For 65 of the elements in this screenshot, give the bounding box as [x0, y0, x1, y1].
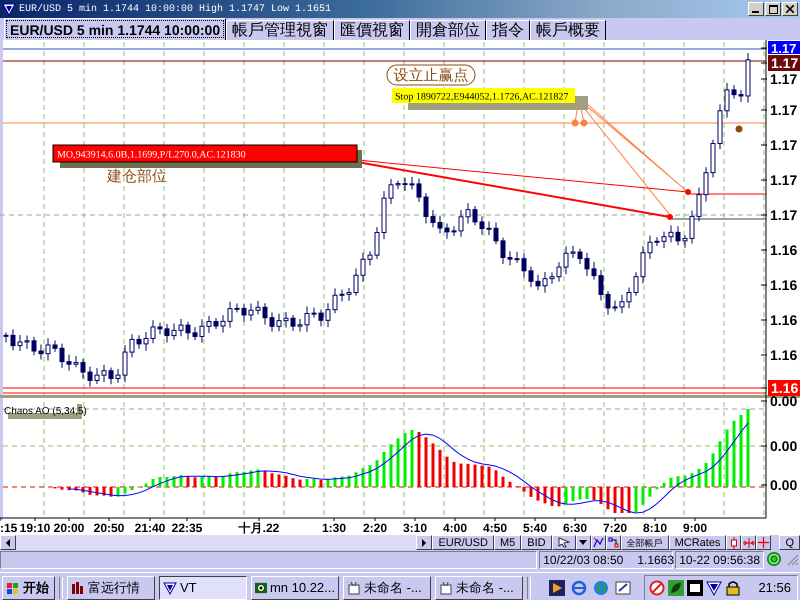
tab[interactable]: EUR/USD 5 min 1.1744 10:00:00: [4, 18, 226, 40]
tab[interactable]: 開倉部位: [410, 20, 486, 40]
start-button[interactable]: 开始: [2, 576, 55, 600]
time-axis-label: 2:20: [362, 521, 388, 535]
price-axis-label: 1.17: [770, 207, 798, 223]
indicator-axis-label: 0.00: [770, 438, 798, 454]
order-price-tag: 1.17: [768, 55, 800, 71]
status-date-time: 10/22/03 08:50: [543, 553, 624, 567]
time-axis-label: :15: [0, 521, 18, 535]
time-axis-label: 4:50: [482, 521, 508, 535]
price-axis-label: 1.17: [770, 172, 798, 188]
status-price: 1.1663: [637, 553, 674, 567]
status-clock: 10-22 09:56:38: [675, 551, 764, 569]
callout-label: 设立止赢点: [386, 64, 476, 86]
price-axis-label: 1.16: [770, 347, 798, 363]
time-axis-label: 7:20: [602, 521, 628, 535]
time-axis-label: 6:30: [562, 521, 588, 535]
low-price-tag: 1.16: [768, 380, 800, 396]
toolbar-button[interactable]: Q: [779, 535, 800, 550]
toolbar-button[interactable]: 全部帳戶: [620, 535, 669, 550]
price-axis-label: 1.16: [770, 242, 798, 258]
taskbar-clock: 21:56: [758, 580, 791, 595]
indicator-label: Chaos AO (5,34,5): [4, 404, 87, 419]
time-axis-label: 5:40: [522, 521, 548, 535]
tab[interactable]: 帳戶概要: [530, 20, 606, 40]
time-axis-label: 19:10: [20, 521, 50, 535]
taskbar-label: 富远行情: [88, 578, 140, 596]
time-axis-label: 22:35: [172, 521, 202, 535]
price-axis-label: 1.17: [770, 102, 798, 118]
tab[interactable]: 帳戶管理視窗: [226, 20, 334, 40]
time-axis-label: 20:00: [54, 521, 84, 535]
window-title: EUR/USD 5 min 1.1744 10:00:00 High 1.1747 Low 1.1651: [19, 4, 332, 14]
time-axis-label: 1:30: [322, 521, 346, 535]
taskbar-button[interactable]: 未命名 -...: [343, 576, 431, 600]
taskbar-button[interactable]: 富远行情: [67, 576, 155, 600]
taskbar-label: 未命名 -...: [364, 578, 422, 596]
toolbar-button[interactable]: EUR/USD: [432, 535, 494, 550]
taskbar-label: VT: [180, 580, 197, 595]
tab[interactable]: 指令: [486, 20, 530, 40]
time-axis-label: 20:50: [94, 521, 124, 535]
time-axis-label: 9:00: [682, 521, 708, 535]
taskbar-button[interactable]: VT: [159, 576, 247, 600]
time-axis-label: 3:10: [402, 521, 428, 535]
time-axis-label: 十月.22: [238, 521, 280, 535]
price-axis-label: 1.17: [770, 71, 798, 87]
price-axis-label: 1.17: [770, 137, 798, 153]
indicator-axis-label: 0.00: [770, 393, 798, 409]
indicator-axis-label: 0.00: [770, 477, 798, 493]
taskbar-button[interactable]: 未命名 -...: [435, 576, 523, 600]
time-axis-label: 4:00: [442, 521, 468, 535]
toolbar-button[interactable]: M5: [494, 535, 522, 550]
taskbar-label: 未命名 -...: [456, 578, 514, 596]
current-price-tag: 1.17: [768, 41, 800, 56]
market-order-label: MO,943914,6.0B,1.1699,P/L270.0,AC.121830: [52, 144, 362, 168]
time-axis-label: 8:10: [642, 521, 668, 535]
toolbar-button[interactable]: BID: [521, 535, 552, 550]
tab[interactable]: 匯價視窗: [334, 20, 410, 40]
toolbar-button[interactable]: MCRates: [668, 535, 726, 550]
taskbar-label: mn 10.22...: [270, 580, 335, 595]
time-axis-label: 21:40: [134, 521, 166, 535]
price-axis-label: 1.16: [770, 277, 798, 293]
price-axis-label: 1.16: [770, 312, 798, 328]
stop-order-label: Stop 1890722,E944052,1.1726,AC.121827: [392, 88, 588, 110]
position-label: 建仓部位: [107, 168, 167, 185]
taskbar-button[interactable]: mn 10.22...: [251, 576, 339, 600]
